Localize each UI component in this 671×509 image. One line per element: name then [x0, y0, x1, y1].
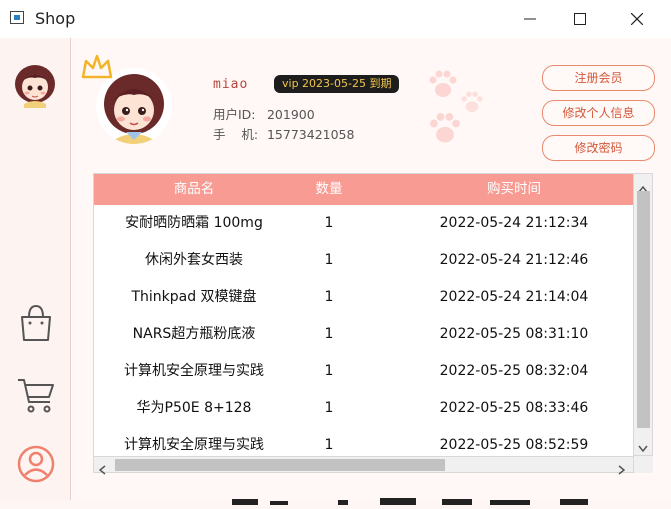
cell-product: 华为P50E 8+128 — [136, 400, 252, 416]
username: miao — [213, 77, 249, 92]
cell-time: 2022-05-25 08:33:46 — [439, 400, 589, 416]
close-button[interactable] — [614, 0, 660, 38]
scroll-left-icon[interactable] — [98, 460, 106, 479]
scroll-right-icon[interactable] — [618, 460, 626, 479]
scroll-corner — [634, 456, 653, 473]
cell-time: 2022-05-25 08:32:04 — [439, 363, 589, 379]
cell-time: 2022-05-24 21:14:04 — [439, 289, 589, 305]
vertical-scroll-thumb[interactable] — [637, 191, 650, 428]
horizontal-scroll-thumb[interactable] — [115, 459, 445, 471]
cell-time: 2022-05-24 21:12:46 — [439, 252, 589, 268]
cell-product: 安耐晒防晒霜 100mg — [125, 215, 263, 231]
sidebar-avatar[interactable] — [12, 60, 58, 108]
minimize-icon — [524, 18, 536, 20]
sidebar-item-profile[interactable] — [16, 444, 56, 484]
table-row[interactable]: 休闲外套女西装 1 2022-05-24 21:12:46 — [94, 242, 633, 279]
window-title: Shop — [35, 9, 76, 28]
vertical-scrollbar[interactable] — [633, 173, 653, 456]
cart-icon — [18, 379, 54, 413]
close-icon — [631, 13, 643, 25]
cell-product: 计算机安全原理与实践 — [124, 363, 264, 379]
phone-value: 15773421058 — [266, 127, 355, 142]
table-row[interactable]: 华为P50E 8+128 1 2022-05-25 08:33:46 — [94, 390, 633, 427]
maximize-button[interactable] — [557, 0, 603, 38]
column-header-time[interactable]: 购买时间 — [414, 174, 614, 205]
cell-qty: 1 — [324, 215, 334, 231]
scroll-down-icon[interactable] — [638, 437, 648, 456]
table-row[interactable]: 计算机安全原理与实践 1 2022-05-25 08:52:59 — [94, 427, 633, 457]
sidebar-item-cart[interactable] — [16, 375, 56, 415]
change-password-button[interactable]: 修改密码 — [542, 135, 655, 161]
cell-time: 2022-05-25 08:31:10 — [439, 326, 589, 342]
table-row[interactable]: Thinkpad 双模键盘 1 2022-05-24 21:14:04 — [94, 279, 633, 316]
horizontal-scrollbar[interactable] — [93, 456, 634, 475]
cell-qty: 1 — [324, 252, 334, 268]
cell-time: 2022-05-24 21:12:34 — [439, 215, 589, 231]
paw-print-icon — [458, 88, 486, 120]
cell-qty: 1 — [324, 326, 334, 342]
cell-qty: 1 — [324, 363, 334, 379]
cell-qty: 1 — [324, 400, 334, 416]
cell-product: 计算机安全原理与实践 — [124, 437, 264, 453]
cell-product: 休闲外套女西装 — [145, 252, 243, 268]
user-icon — [17, 445, 55, 483]
bottom-decoration — [220, 490, 620, 505]
table-header: 商品名 数量 购买时间 — [94, 174, 633, 205]
cell-qty: 1 — [324, 437, 334, 453]
table-row[interactable]: NARS超方瓶粉底液 1 2022-05-25 08:31:10 — [94, 316, 633, 353]
column-header-name[interactable]: 商品名 — [114, 174, 274, 205]
orders-table[interactable]: 商品名 数量 购买时间 安耐晒防晒霜 100mg 1 2022-05-24 21… — [93, 173, 634, 458]
edit-profile-button[interactable]: 修改个人信息 — [542, 100, 655, 126]
crown-icon — [80, 53, 114, 85]
user-id-value: 201900 — [266, 107, 315, 122]
cell-time: 2022-05-25 08:52:59 — [439, 437, 589, 453]
table-row[interactable]: 安耐晒防晒霜 100mg 1 2022-05-24 21:12:34 — [94, 205, 633, 242]
user-id-label: 用户ID: — [213, 107, 256, 122]
column-header-qty[interactable]: 数量 — [274, 174, 384, 205]
cell-qty: 1 — [324, 289, 334, 305]
shopping-bag-icon — [21, 304, 51, 341]
user-id-row: 用户ID: 201900 — [213, 104, 315, 123]
register-member-button[interactable]: 注册会员 — [542, 65, 655, 91]
minimize-button[interactable] — [507, 0, 553, 38]
sidebar — [0, 38, 71, 500]
phone-row: 手 机: 15773421058 — [213, 124, 354, 143]
app-icon — [10, 11, 24, 24]
phone-label: 手 机: — [213, 127, 259, 142]
paw-print-icon — [425, 66, 461, 106]
sidebar-item-shop[interactable] — [17, 303, 55, 343]
vip-badge: vip 2023-05-25 到期 — [274, 75, 400, 93]
title-bar: Shop — [0, 0, 671, 38]
table-row[interactable]: 计算机安全原理与实践 1 2022-05-25 08:32:04 — [94, 353, 633, 390]
maximize-icon — [574, 13, 586, 25]
cell-product: NARS超方瓶粉底液 — [132, 326, 256, 342]
cell-product: Thinkpad 双模键盘 — [131, 289, 257, 305]
